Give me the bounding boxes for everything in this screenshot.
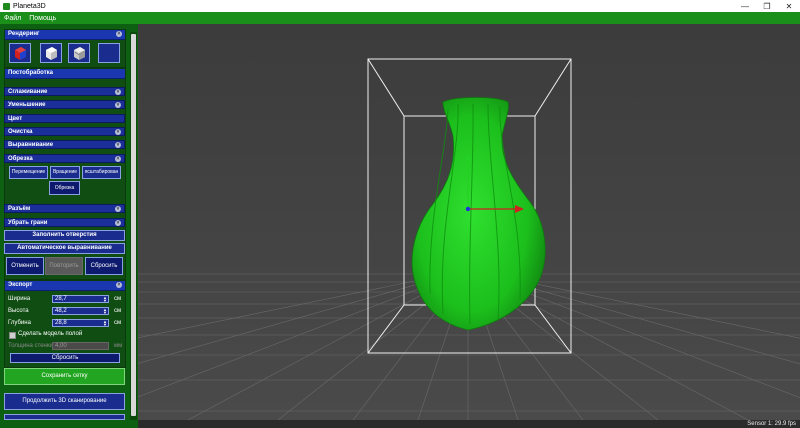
app-icon (3, 2, 10, 10)
render-header[interactable]: Рендеринг ˄ (5, 30, 125, 40)
crop-rotate-button[interactable]: Вращение (50, 166, 80, 179)
export-header-label: Экспорт (8, 282, 33, 288)
scrollbar-thumb[interactable] (131, 34, 136, 416)
cube-white-icon (46, 47, 57, 60)
section-smoothing-label: Сглаживание (8, 89, 48, 95)
expand-icon[interactable]: ˅ (115, 142, 121, 148)
crop-apply-button[interactable]: Обрезка (49, 181, 80, 195)
render-panel: Рендеринг ˄ (4, 29, 126, 68)
expand-icon[interactable]: ˅ (115, 129, 121, 135)
continue-scan-button[interactable]: Продолжить 3D сканирование (4, 393, 125, 410)
section-split-label: Разъём (8, 206, 31, 212)
export-header[interactable]: Экспорт ˄ (5, 281, 125, 291)
section-cleanup[interactable]: Очистка ˅ (4, 127, 125, 136)
section-color[interactable]: Цвет (4, 114, 125, 123)
render-header-label: Рендеринг (8, 31, 40, 37)
crop-scale-button[interactable]: ясштабирован (82, 166, 121, 179)
wall-thickness-field[interactable]: 4,00 (52, 342, 109, 350)
3d-viewport[interactable] (138, 24, 800, 420)
section-cropping-label: Обрезка (8, 156, 33, 162)
window-title: Planeta3D (13, 2, 46, 10)
postprocess-header[interactable]: Постобработка (5, 69, 125, 79)
minimize-button[interactable]: — (734, 0, 756, 12)
sensor-status: Sensor 1: 29.9 fps (747, 421, 796, 427)
undo-button[interactable]: Отменить (6, 257, 44, 275)
height-field[interactable]: 48,2 ▲ ▼ (52, 307, 109, 315)
depth-label: Глубина (8, 320, 31, 326)
width-label: Ширина (8, 296, 31, 302)
cube-textured-icon (74, 47, 85, 60)
depth-unit: см (114, 320, 122, 326)
render-mode-white-button[interactable] (40, 43, 62, 63)
wall-thickness-unit: мм (114, 343, 123, 349)
section-remove-faces[interactable]: Убрать грани ˅ (4, 218, 125, 227)
expand-icon[interactable]: ˅ (115, 102, 121, 108)
hollow-checkbox[interactable] (9, 332, 16, 339)
width-field[interactable]: 28,7 ▲ ▼ (52, 295, 109, 303)
wall-thickness-value: 4,00 (55, 343, 67, 349)
menu-help[interactable]: Помощь (25, 15, 60, 22)
viewport-canvas[interactable] (138, 24, 800, 420)
cube-red-blue-icon (15, 47, 26, 60)
export-reset-button[interactable]: Сбросить (10, 353, 120, 363)
spin-arrows-icon[interactable]: ▲ ▼ (103, 320, 107, 327)
menu-bar: Файл Помощь (0, 12, 800, 24)
status-bar: Sensor 1: 29.9 fps (138, 420, 800, 428)
expand-icon[interactable]: ˅ (115, 89, 121, 95)
collapse-icon[interactable]: ˄ (115, 156, 121, 162)
maximize-button[interactable]: ❐ (756, 0, 778, 12)
height-label: Высота (8, 308, 29, 314)
section-color-label: Цвет (8, 116, 23, 122)
title-bar: Planeta3D — ❐ ✕ (0, 0, 800, 12)
section-alignment-label: Выравнивание (8, 142, 54, 148)
depth-value: 28,8 (55, 320, 67, 326)
redo-button[interactable]: Повторить (45, 257, 83, 275)
blank-square-icon (99, 44, 119, 62)
collapse-icon[interactable]: ˄ (116, 282, 122, 288)
section-remove-faces-label: Убрать грани (8, 220, 48, 226)
depth-field[interactable]: 28,8 ▲ ▼ (52, 319, 109, 327)
height-value: 48,2 (55, 308, 67, 314)
width-value: 28,7 (55, 296, 67, 302)
reset-button[interactable]: Сбросить (85, 257, 123, 275)
expand-icon[interactable]: ˅ (115, 206, 121, 212)
section-alignment[interactable]: Выравнивание ˅ (4, 140, 125, 149)
render-mode-blank-button[interactable] (98, 43, 120, 63)
section-smoothing[interactable]: Сглаживание ˅ (4, 87, 125, 96)
section-reduction-label: Уменьшение (8, 102, 46, 108)
height-unit: см (114, 308, 122, 314)
expand-icon[interactable]: ˅ (115, 220, 121, 226)
menu-file[interactable]: Файл (0, 15, 25, 22)
spin-arrows-icon[interactable]: ▲ ▼ (103, 296, 107, 303)
section-reduction[interactable]: Уменьшение ˅ (4, 100, 125, 109)
collapse-icon[interactable]: ˄ (116, 31, 122, 37)
save-mesh-button[interactable]: Сохранить сетку (4, 368, 125, 385)
auto-align-button[interactable]: Автоматическое выравнивание (4, 243, 125, 254)
render-mode-texture-button[interactable] (68, 43, 90, 63)
section-cleanup-label: Очистка (8, 129, 33, 135)
section-cropping[interactable]: Обрезка ˄ (4, 154, 125, 163)
close-button[interactable]: ✕ (778, 0, 800, 12)
section-split[interactable]: Разъём ˅ (4, 204, 125, 213)
partial-button[interactable] (4, 414, 125, 420)
render-mode-solid-button[interactable] (9, 43, 31, 63)
postprocess-header-label: Постобработка (8, 70, 53, 76)
hollow-label: Сделать модель полой (18, 331, 83, 337)
wall-thickness-label: Толщина стенки (8, 343, 53, 349)
fill-holes-button[interactable]: Заполнить отверстия (4, 230, 125, 241)
spin-arrows-icon[interactable]: ▲ ▼ (103, 308, 107, 315)
width-unit: см (114, 296, 122, 302)
crop-move-button[interactable]: Перемещение (9, 166, 48, 179)
